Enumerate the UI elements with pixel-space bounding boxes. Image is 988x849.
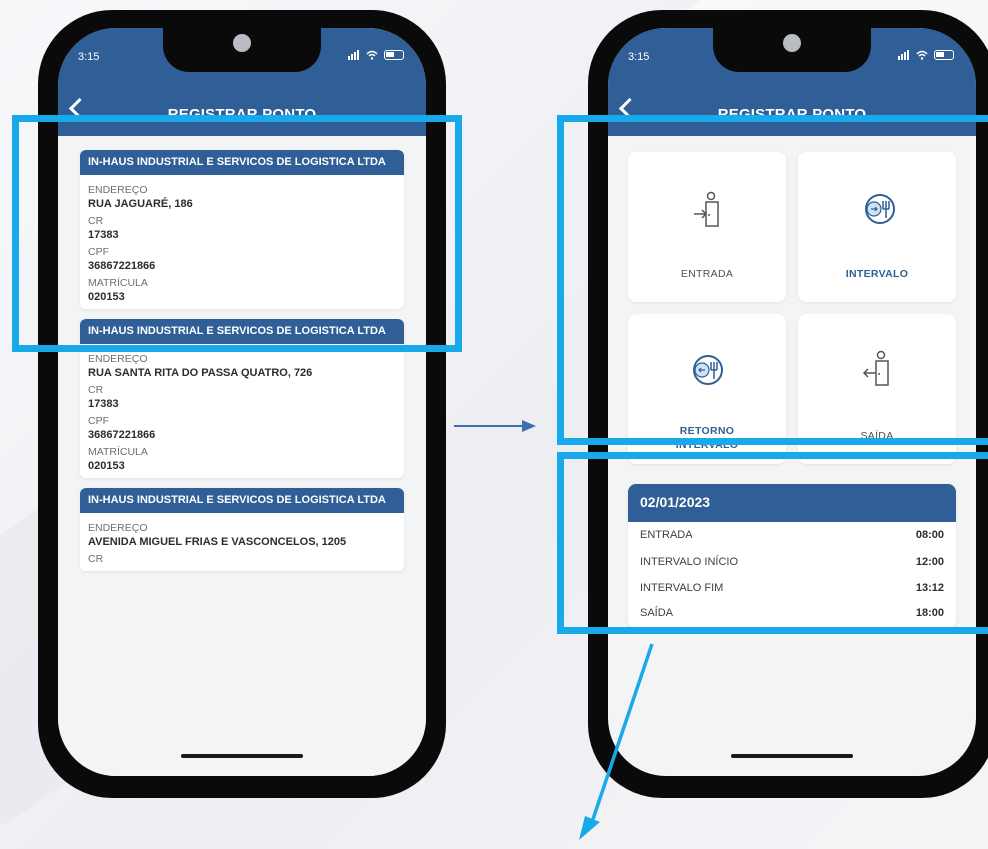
summary-row-time: 08:00 <box>915 529 944 542</box>
right-arrow <box>454 420 536 432</box>
company-card[interactable]: IN-HAUS INDUSTRIAL E SERVICOS DE LOGISTI… <box>80 488 404 571</box>
retorno-intervalo-label: RETORNO INTERVALO <box>675 425 739 451</box>
entrance-door-icon <box>694 191 719 227</box>
status-icons <box>898 50 954 60</box>
summary-row: INTERVALO FIM 13:12 <box>628 575 956 602</box>
retorno-intervalo-button[interactable]: RETORNO INTERVALO <box>628 314 786 464</box>
entrada-label: ENTRADA <box>680 268 734 280</box>
home-indicator[interactable] <box>731 754 853 758</box>
entrada-button[interactable]: ENTRADA <box>628 152 786 302</box>
status-time: 3:15 <box>78 51 100 63</box>
summary-row: ENTRADA 08:00 <box>628 522 956 549</box>
matricula-label: MATRÍCULA <box>88 446 148 458</box>
intervalo-label: INTERVALO <box>845 268 909 280</box>
wifi-icon <box>366 50 378 60</box>
home-indicator[interactable] <box>181 754 303 758</box>
status-time: 3:15 <box>628 51 650 63</box>
page-title: REGISTRAR PONTO <box>717 106 867 123</box>
phone-notch <box>163 28 321 72</box>
return-break-icon <box>693 355 723 385</box>
summary-row-label: SAÍDA <box>640 606 674 619</box>
exit-door-icon <box>862 350 889 386</box>
address-value: AVENIDA MIGUEL FRIAS E VASCONCELOS, 1205 <box>88 536 347 548</box>
phone-left: 3:15 REGISTRAR PONTO IN-HAUS INDUSTRIAL … <box>38 10 446 798</box>
summary-row: SAÍDA 18:00 <box>628 602 956 629</box>
cpf-value: 36867221866 <box>88 429 156 441</box>
wifi-icon <box>916 50 928 60</box>
cr-label: CR <box>88 384 104 396</box>
page-title: REGISTRAR PONTO <box>167 106 317 123</box>
summary-row: INTERVALO INÍCIO 12:00 <box>628 549 956 576</box>
address-label: ENDEREÇO <box>88 353 148 365</box>
saida-label: SAÍDA <box>860 430 894 442</box>
summary-row-time: 12:00 <box>915 555 944 568</box>
saida-button[interactable]: SAÍDA <box>798 314 956 464</box>
cr-label: CR <box>88 553 104 565</box>
battery-icon <box>934 50 954 60</box>
address-value: RUA JAGUARÉ, 186 <box>88 198 193 210</box>
phone-notch <box>713 28 871 72</box>
camera-icon <box>783 34 801 52</box>
company-name: IN-HAUS INDUSTRIAL E SERVICOS DE LOGISTI… <box>80 150 404 175</box>
signal-icon <box>898 50 909 60</box>
summary-row-label: ENTRADA <box>640 529 693 542</box>
battery-icon <box>384 50 404 60</box>
company-name: IN-HAUS INDUSTRIAL E SERVICOS DE LOGISTI… <box>80 319 404 344</box>
address-label: ENDEREÇO <box>88 522 148 534</box>
phone-screen: 3:15 REGISTRAR PONTO IN-HAUS INDUSTRIAL … <box>58 28 426 776</box>
summary-row-time: 18:00 <box>915 606 944 619</box>
summary-row-time: 13:12 <box>915 582 944 595</box>
cr-value: 17383 <box>88 398 119 410</box>
list-cutoff <box>58 704 426 776</box>
company-card[interactable]: IN-HAUS INDUSTRIAL E SERVICOS DE LOGISTI… <box>80 150 404 309</box>
address-label: ENDEREÇO <box>88 184 148 196</box>
matricula-value: 020153 <box>88 460 125 472</box>
summary-date: 02/01/2023 <box>628 484 956 522</box>
cr-value: 17383 <box>88 229 119 241</box>
summary-row-label: INTERVALO FIM <box>640 582 724 595</box>
company-list: IN-HAUS INDUSTRIAL E SERVICOS DE LOGISTI… <box>80 150 404 581</box>
summary-row-label: INTERVALO INÍCIO <box>640 555 739 568</box>
cpf-value: 36867221866 <box>88 260 156 272</box>
camera-icon <box>233 34 251 52</box>
matricula-label: MATRÍCULA <box>88 277 148 289</box>
company-card[interactable]: IN-HAUS INDUSTRIAL E SERVICOS DE LOGISTI… <box>80 319 404 478</box>
down-arrow <box>579 643 654 840</box>
punch-options: ENTRADA INTERVALO RETORNO INTERVALO SAÍD… <box>628 152 956 464</box>
status-icons <box>348 50 404 60</box>
cpf-label: CPF <box>88 415 109 427</box>
app-header: 3:15 REGISTRAR PONTO <box>58 28 426 136</box>
cr-label: CR <box>88 215 104 227</box>
company-name: IN-HAUS INDUSTRIAL E SERVICOS DE LOGISTI… <box>80 488 404 513</box>
cpf-label: CPF <box>88 246 109 258</box>
daily-summary: 02/01/2023 ENTRADA 08:00 INTERVALO INÍCI… <box>628 484 956 628</box>
matricula-value: 020153 <box>88 291 125 303</box>
meal-break-icon <box>865 194 895 224</box>
app-header: 3:15 REGISTRAR PONTO <box>608 28 976 136</box>
signal-icon <box>348 50 359 60</box>
address-value: RUA SANTA RITA DO PASSA QUATRO, 726 <box>88 367 313 379</box>
intervalo-button[interactable]: INTERVALO <box>798 152 956 302</box>
